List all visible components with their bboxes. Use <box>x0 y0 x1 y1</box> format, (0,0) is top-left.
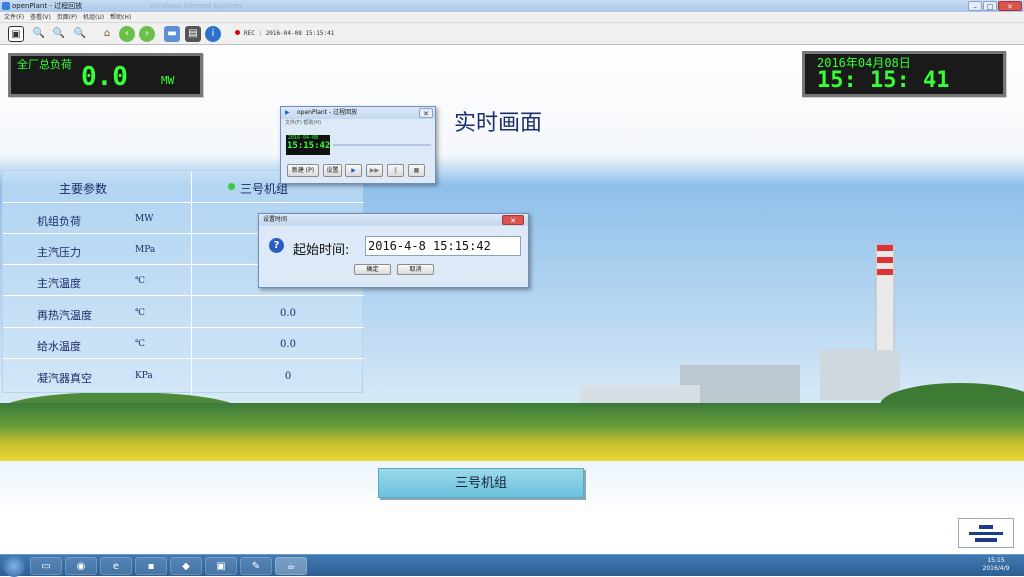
new-button[interactable]: 新建 (P) <box>287 164 319 177</box>
total-load-unit: MW <box>161 74 175 87</box>
playback-dialog-title: openPlant - 过程回放 <box>297 109 358 116</box>
tray-time: 15:15 <box>987 557 1005 564</box>
question-icon: ? <box>269 238 284 253</box>
playback-time: 15:15:42 <box>287 141 331 151</box>
row-unit: ℃ <box>135 276 146 286</box>
playback-dialog-titlebar: ▶ openPlant - 过程回放 <box>281 107 435 119</box>
play-button[interactable]: ▶ <box>345 164 362 177</box>
tray-clock[interactable]: 15:15 2016/4/9 <box>972 557 1020 573</box>
menu-page[interactable]: 页面(P) <box>57 14 77 21</box>
row-unit: ℃ <box>135 339 146 349</box>
pause-button[interactable]: ‖ <box>387 164 404 177</box>
rec-dot-icon <box>235 30 240 35</box>
back-icon[interactable]: ‹ <box>119 26 135 42</box>
settings-button[interactable]: 设置 <box>323 164 342 177</box>
fullscreen-icon[interactable]: ▣ <box>8 26 24 42</box>
playback-close-button[interactable]: ✕ <box>419 108 433 118</box>
menu-bar: 文件(F) 查看(V) 页面(P) 机组(U) 帮助(H) <box>0 12 1024 23</box>
window-titlebar: openPlant - 过程回放 Windows Internet Explor… <box>0 0 1024 12</box>
zoom-in-icon[interactable]: 🔍 <box>31 26 47 42</box>
datetime-panel: 2016年04月08日 15: 15: 41 <box>802 51 1006 97</box>
taskbar-terminal-icon[interactable]: ▪ <box>135 557 167 575</box>
taskbar-ie-icon[interactable]: e <box>100 557 132 575</box>
playback-progress-track[interactable] <box>333 144 431 146</box>
taskbar-java-icon[interactable]: ☕ <box>275 557 307 575</box>
playback-dialog: ▶ openPlant - 过程回放 文件(F) 帮助(H) 2016-04-0… <box>280 106 436 184</box>
ok-button[interactable]: 确定 <box>354 264 391 275</box>
row-unit: ℃ <box>135 308 146 318</box>
taskbar: ▭ ◉ e ▪ ◆ ▣ ✎ ☕ 15:15 2016/4/9 <box>0 554 1024 577</box>
menu-file[interactable]: 文件(F) <box>4 14 24 21</box>
row-unit: MPa <box>135 245 156 255</box>
row-value: 0.0 <box>280 308 296 319</box>
row-value: 0 <box>284 371 292 382</box>
maximize-button[interactable]: □ <box>983 1 997 11</box>
forward-icon[interactable]: › <box>139 26 155 42</box>
folder-icon[interactable]: ▬ <box>164 26 180 42</box>
start-time-label: 起始时间: <box>293 243 350 258</box>
toolbar: ▣ 🔍 🔍 🔍 ⌂ ‹ › ▬ ▤ i REC : 2016-04-08 15:… <box>0 23 1024 45</box>
unit-3-button[interactable]: 三号机组 <box>378 468 584 498</box>
row-name: 主汽温度 <box>37 277 81 290</box>
navigation-icon[interactable] <box>958 518 1014 548</box>
total-load-label: 全厂总负荷 <box>17 58 72 71</box>
flower-field <box>0 403 1024 461</box>
rec-label: REC <box>244 30 255 37</box>
taskbar-media-icon[interactable]: ◉ <box>65 557 97 575</box>
tray-date: 2016/4/9 <box>982 565 1010 572</box>
menu-unit[interactable]: 机组(U) <box>83 14 104 21</box>
app-icon <box>2 2 10 10</box>
row-unit: KPa <box>135 371 153 381</box>
stop-button[interactable]: ■ <box>408 164 425 177</box>
print-icon[interactable]: ▤ <box>185 26 201 42</box>
table-row: 凝汽器真空 KPa 0 <box>3 360 364 391</box>
menu-help[interactable]: 帮助(H) <box>110 14 131 21</box>
main-canvas: 全厂总负荷 0.0 MW 2016年04月08日 15: 15: 41 实时画面… <box>0 45 1024 554</box>
settime-close-button[interactable]: ✕ <box>502 215 524 225</box>
playback-time-display: 2016-04-08 15:15:42 <box>286 135 330 155</box>
menu-view[interactable]: 查看(V) <box>30 14 51 21</box>
minimize-button[interactable]: – <box>968 1 982 11</box>
row-name: 给水温度 <box>37 340 81 353</box>
zoom-fit-icon[interactable]: 🔍 <box>72 26 88 42</box>
window-ghost-title: Windows Internet Explorer <box>150 2 243 10</box>
row-name: 再热汽温度 <box>37 309 92 322</box>
fast-forward-button[interactable]: ▶▶ <box>366 164 383 177</box>
start-time-input[interactable]: 2016-4-8 15:15:42 <box>365 236 521 256</box>
taskbar-explorer-icon[interactable]: ▭ <box>30 557 62 575</box>
row-value: 0.0 <box>280 339 296 350</box>
play-title-icon: ▶ <box>285 109 290 116</box>
window-title: openPlant - 过程回放 <box>12 2 83 10</box>
table-row: 给水温度 ℃ 0.0 <box>3 328 364 359</box>
settime-dialog-titlebar: 设置时间 ✕ <box>259 214 528 226</box>
cancel-button[interactable]: 取消 <box>397 264 434 275</box>
taskbar-app-icon[interactable]: ◆ <box>170 557 202 575</box>
total-load-panel: 全厂总负荷 0.0 MW <box>8 53 203 97</box>
taskbar-tool-icon[interactable]: ✎ <box>240 557 272 575</box>
header-param: 主要参数 <box>59 182 108 196</box>
info-icon[interactable]: i <box>205 26 221 42</box>
home-icon[interactable]: ⌂ <box>99 26 115 42</box>
row-name: 凝汽器真空 <box>37 372 92 385</box>
zoom-out-icon[interactable]: 🔍 <box>51 26 67 42</box>
status-dot-icon <box>228 183 235 190</box>
rec-indicator: REC : 2016-04-08 15:15:41 <box>235 30 334 37</box>
row-name: 主汽压力 <box>37 246 81 259</box>
row-name: 机组负荷 <box>37 215 81 228</box>
settime-dialog: 设置时间 ✕ ? 起始时间: 2016-4-8 15:15:42 确定 取消 <box>258 213 529 288</box>
row-unit: MW <box>135 214 154 224</box>
total-load-value: 0.0 <box>81 62 128 92</box>
table-row: 再热汽温度 ℃ 0.0 <box>3 297 364 328</box>
start-button[interactable] <box>3 555 25 577</box>
time-display: 15: 15: 41 <box>817 68 950 93</box>
taskbar-window-icon[interactable]: ▣ <box>205 557 237 575</box>
playback-dialog-menu[interactable]: 文件(F) 帮助(H) <box>281 119 435 127</box>
rec-time: 2016-04-08 15:15:41 <box>265 30 335 37</box>
close-button[interactable]: ✕ <box>998 1 1022 11</box>
settime-dialog-title: 设置时间 <box>263 216 288 223</box>
page-title: 实时画面 <box>454 111 543 136</box>
